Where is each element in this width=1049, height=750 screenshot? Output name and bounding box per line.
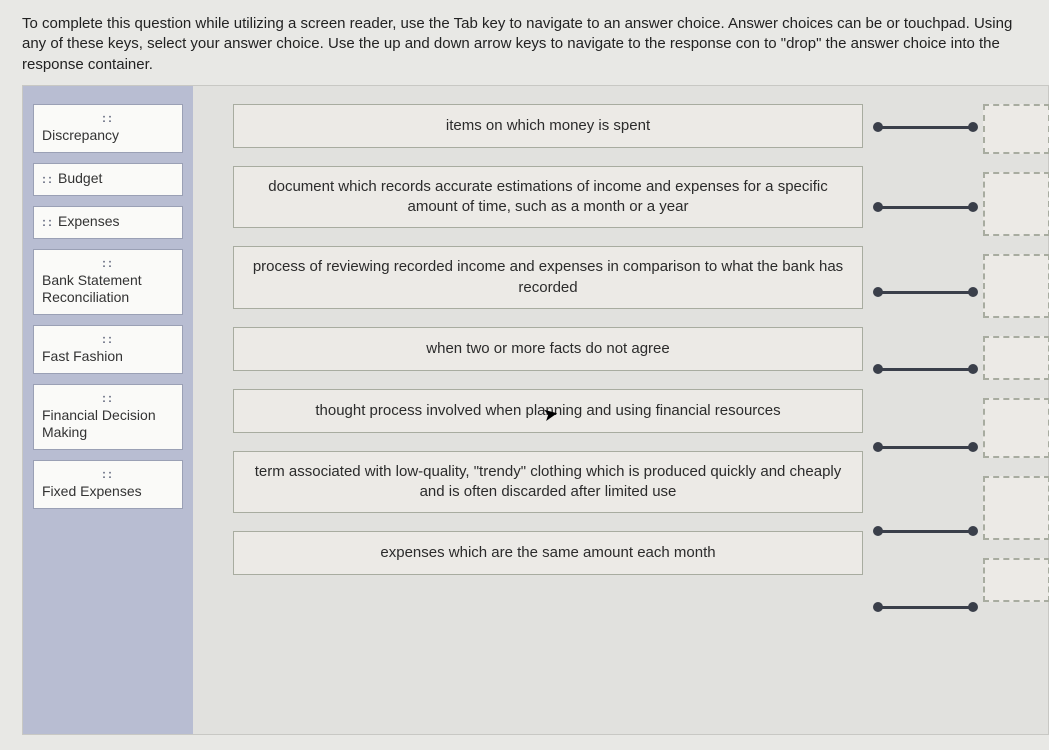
definition-box: term associated with low-quality, "trend… [233,451,863,514]
drag-grip-icon: :: [42,215,54,229]
drop-targets-column [983,104,1049,602]
matching-work-area: ::Discrepancy::Budget::Expenses::Bank St… [22,85,1049,735]
drag-grip-icon: :: [42,332,174,346]
term-label: Bank Statement Reconciliation [42,272,174,306]
definitions-column: items on which money is spent document wh… [233,104,863,576]
definition-box: expenses which are the same amount each … [233,531,863,575]
drag-grip-icon: :: [42,391,174,405]
term-card[interactable]: ::Expenses [33,206,183,239]
term-label: Expenses [58,213,119,229]
match-connector[interactable] [878,291,973,294]
screen-reader-instructions: To complete this question while utilizin… [0,0,1049,85]
match-connector[interactable] [878,446,973,449]
term-card[interactable]: ::Discrepancy [33,104,183,153]
match-connector[interactable] [878,126,973,129]
drag-grip-icon: :: [42,467,174,481]
definition-box: when two or more facts do not agree [233,327,863,371]
drag-grip-icon: :: [42,256,174,270]
term-card[interactable]: ::Bank Statement Reconciliation [33,249,183,315]
definition-box: document which records accurate estimati… [233,166,863,229]
definition-box: thought process involved when planning a… [233,389,863,433]
term-label: Fixed Expenses [42,483,174,500]
term-card[interactable]: ::Financial Decision Making [33,384,183,450]
term-label: Budget [58,170,102,186]
drop-target[interactable] [983,172,1049,236]
drop-target[interactable] [983,104,1049,154]
drag-grip-icon: :: [42,172,54,186]
term-card[interactable]: ::Budget [33,163,183,196]
match-connector[interactable] [878,368,973,371]
drop-target[interactable] [983,336,1049,380]
term-label: Discrepancy [42,127,174,144]
terms-sidebar: ::Discrepancy::Budget::Expenses::Bank St… [23,86,193,734]
definition-box: process of reviewing recorded income and… [233,246,863,309]
match-connector[interactable] [878,206,973,209]
drop-target[interactable] [983,254,1049,318]
drop-target[interactable] [983,476,1049,540]
drag-grip-icon: :: [42,111,174,125]
definition-box: items on which money is spent [233,104,863,148]
term-card[interactable]: ::Fast Fashion [33,325,183,374]
term-label: Financial Decision Making [42,407,174,441]
match-connector[interactable] [878,530,973,533]
match-connector[interactable] [878,606,973,609]
drop-target[interactable] [983,558,1049,602]
drop-target[interactable] [983,398,1049,458]
term-label: Fast Fashion [42,348,174,365]
term-card[interactable]: ::Fixed Expenses [33,460,183,509]
